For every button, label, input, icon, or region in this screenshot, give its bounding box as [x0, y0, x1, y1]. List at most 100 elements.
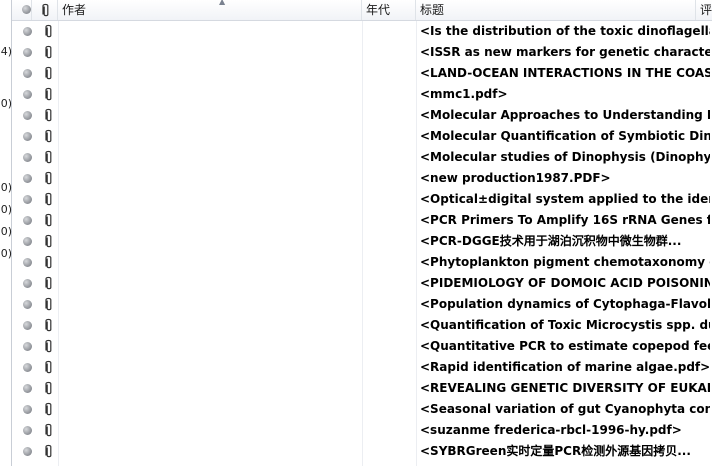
gray-dot-icon	[23, 48, 32, 57]
paperclip-icon[interactable]	[44, 150, 54, 165]
table-row[interactable]: <PIDEMIOLOGY OF DOMOIC ACID POISONIN...	[12, 273, 712, 294]
paperclip-icon[interactable]	[44, 360, 54, 375]
gray-dot-icon	[23, 111, 32, 120]
table-row[interactable]: <Quantitative PCR to estimate copepod fe…	[12, 336, 712, 357]
paperclip-icon[interactable]	[44, 381, 54, 396]
row-title: <PCR-DGGE技术用于湖泊沉积物中微生物群...	[420, 234, 682, 248]
sort-ascending-icon: ▲	[219, 0, 226, 6]
row-title: <Molecular studies of Dinophysis (Dinoph…	[420, 150, 710, 164]
paperclip-icon[interactable]	[44, 276, 54, 291]
paperclip-icon[interactable]	[44, 213, 54, 228]
row-title: <REVEALING GENETIC DIVERSITY OF EUKARY..…	[420, 381, 710, 395]
reference-table-body: <Is the distribution of the toxic dinofl…	[12, 21, 712, 462]
paperclip-icon[interactable]	[44, 108, 54, 123]
row-title: <Quantification of Toxic Microcystis spp…	[420, 318, 710, 332]
column-header-bar: 作者 ▲ 年代 标题 评	[12, 0, 712, 21]
table-row[interactable]: <Molecular Approaches to Understanding P…	[12, 105, 712, 126]
row-title: <Molecular Quantification of Symbiotic D…	[420, 129, 710, 143]
row-title: <Molecular Approaches to Understanding P…	[420, 108, 710, 122]
gray-dot-icon	[23, 195, 32, 204]
paperclip-icon[interactable]	[44, 423, 54, 438]
paperclip-icon[interactable]	[44, 87, 54, 102]
table-row[interactable]: <Population dynamics of Cytophaga-Flavob…	[12, 294, 712, 315]
gutter-count: 0)	[0, 203, 12, 216]
table-row[interactable]: <Quantification of Toxic Microcystis spp…	[12, 315, 712, 336]
table-row[interactable]: <suzanme frederica-rbcl-1996-hy.pdf>	[12, 420, 712, 441]
column-header-attachment[interactable]	[32, 0, 58, 20]
table-row[interactable]: <Molecular studies of Dinophysis (Dinoph…	[12, 147, 712, 168]
row-title: <Is the distribution of the toxic dinofl…	[420, 24, 710, 38]
column-header-year[interactable]: 年代	[362, 0, 416, 20]
row-title: <Optical±digital system applied to the i…	[420, 192, 710, 206]
row-title: <Phytoplankton pigment chemotaxonomy of …	[420, 255, 710, 269]
gutter-count: 0)	[0, 247, 12, 260]
gutter-count: 4)	[0, 45, 12, 58]
row-title: <Rapid identification of marine algae.pd…	[420, 360, 710, 374]
gutter-count: 0)	[0, 181, 12, 194]
paperclip-icon	[42, 3, 49, 17]
column-header-status[interactable]	[12, 0, 32, 20]
gray-dot-icon	[23, 300, 32, 309]
row-title: <Quantitative PCR to estimate copepod fe…	[420, 339, 710, 353]
table-row[interactable]: <Optical±digital system applied to the i…	[12, 189, 712, 210]
gray-dot-icon	[23, 216, 32, 225]
row-title: <PCR Primers To Amplify 16S rRNA Genes f…	[420, 213, 710, 227]
paperclip-icon[interactable]	[44, 45, 54, 60]
row-title: <Population dynamics of Cytophaga-Flavob…	[420, 297, 710, 311]
gray-dot-icon	[23, 153, 32, 162]
paperclip-icon[interactable]	[44, 24, 54, 39]
table-row[interactable]: <Is the distribution of the toxic dinofl…	[12, 21, 712, 42]
gray-dot-icon	[23, 426, 32, 435]
gray-dot-icon	[23, 384, 32, 393]
gray-dot-icon	[23, 405, 32, 414]
row-title: <ISSR as new markers for genetic charact…	[420, 45, 710, 59]
paperclip-icon[interactable]	[44, 234, 54, 249]
gutter-count: 0)	[0, 225, 12, 238]
column-header-author[interactable]: 作者	[58, 0, 362, 20]
row-title: <PIDEMIOLOGY OF DOMOIC ACID POISONIN...	[420, 276, 710, 290]
table-row[interactable]: <PCR Primers To Amplify 16S rRNA Genes f…	[12, 210, 712, 231]
paperclip-icon[interactable]	[44, 318, 54, 333]
gray-dot-icon	[23, 342, 32, 351]
table-row[interactable]: <REVEALING GENETIC DIVERSITY OF EUKARY..…	[12, 378, 712, 399]
paperclip-icon[interactable]	[44, 339, 54, 354]
gray-dot-icon	[23, 132, 32, 141]
column-header-rating[interactable]: 评	[696, 0, 712, 20]
paperclip-icon[interactable]	[44, 129, 54, 144]
paperclip-icon[interactable]	[44, 66, 54, 81]
gray-dot-icon	[23, 174, 32, 183]
reference-list-window: 4) 0) 0) 0) 0) 0) 作者 ▲ 年代 标题 评 <Is the d…	[0, 0, 712, 466]
column-header-title[interactable]: 标题	[416, 0, 696, 20]
paperclip-icon[interactable]	[44, 402, 54, 417]
gray-dot-icon	[23, 90, 32, 99]
left-pane-edge: 4) 0) 0) 0) 0) 0)	[0, 0, 12, 466]
row-title: <mmc1.pdf>	[420, 87, 508, 101]
table-row[interactable]: <new production1987.PDF>	[12, 168, 712, 189]
table-row[interactable]: <Molecular Quantification of Symbiotic D…	[12, 126, 712, 147]
paperclip-icon[interactable]	[44, 192, 54, 207]
table-row[interactable]: <SYBRGreen实时定量PCR检测外源基因拷贝...	[12, 441, 712, 462]
gray-dot-icon	[22, 5, 31, 14]
table-row[interactable]: <LAND-OCEAN INTERACTIONS IN THE COAST...	[12, 63, 712, 84]
table-row[interactable]: <Seasonal variation of gut Cyanophyta co…	[12, 399, 712, 420]
table-row[interactable]: <PCR-DGGE技术用于湖泊沉积物中微生物群...	[12, 231, 712, 252]
paperclip-icon[interactable]	[44, 255, 54, 270]
paperclip-icon[interactable]	[44, 297, 54, 312]
table-row[interactable]: <mmc1.pdf>	[12, 84, 712, 105]
table-row[interactable]: <ISSR as new markers for genetic charact…	[12, 42, 712, 63]
paperclip-icon[interactable]	[44, 171, 54, 186]
row-title: <suzanme frederica-rbcl-1996-hy.pdf>	[420, 423, 682, 437]
row-title: <new production1987.PDF>	[420, 171, 611, 185]
row-title: <SYBRGreen实时定量PCR检测外源基因拷贝...	[420, 444, 691, 458]
gray-dot-icon	[23, 69, 32, 78]
gray-dot-icon	[23, 237, 32, 246]
table-row[interactable]: <Phytoplankton pigment chemotaxonomy of …	[12, 252, 712, 273]
gray-dot-icon	[23, 447, 32, 456]
gray-dot-icon	[23, 27, 32, 36]
paperclip-icon[interactable]	[44, 444, 54, 459]
gray-dot-icon	[23, 279, 32, 288]
table-row[interactable]: <Rapid identification of marine algae.pd…	[12, 357, 712, 378]
gray-dot-icon	[23, 258, 32, 267]
gray-dot-icon	[23, 321, 32, 330]
gray-dot-icon	[23, 363, 32, 372]
